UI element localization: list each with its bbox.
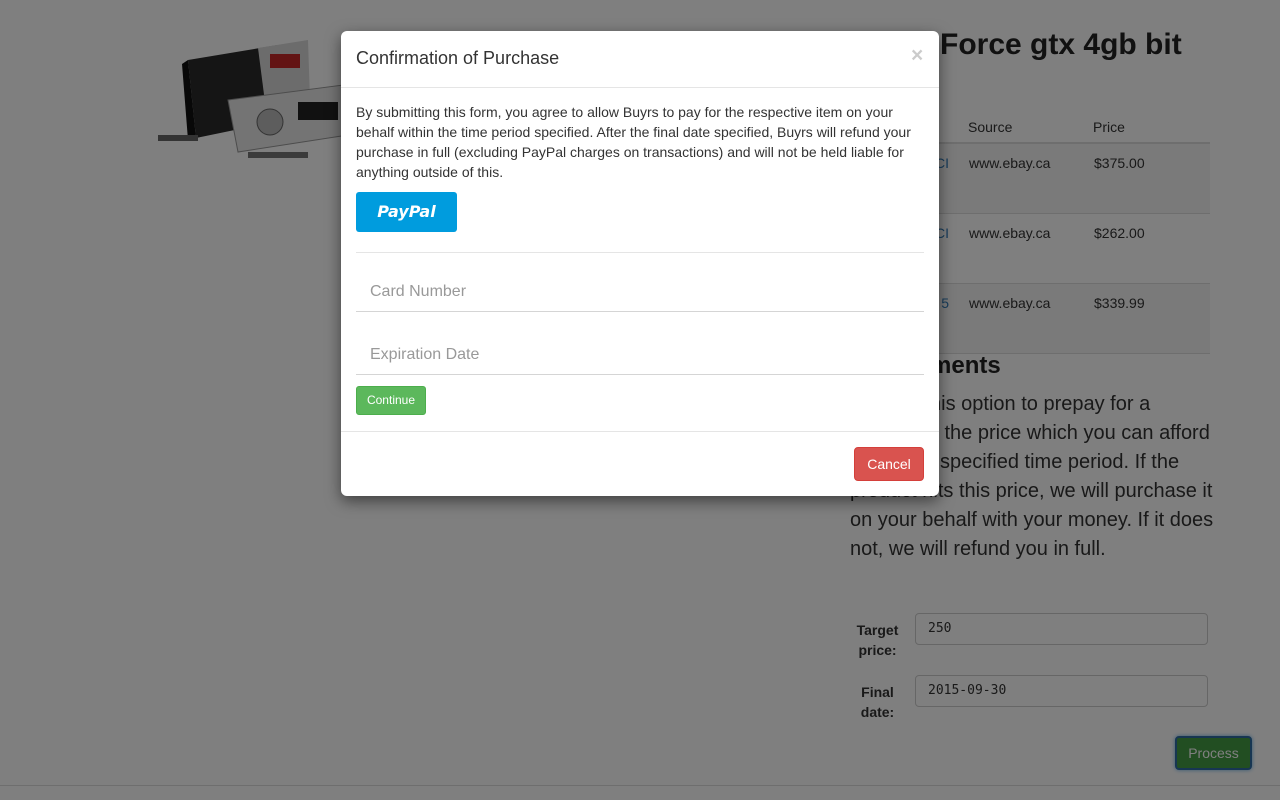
cancel-button[interactable]: Cancel <box>854 447 924 481</box>
close-icon[interactable]: × <box>911 44 923 68</box>
expiration-date-input[interactable]: Expiration Date <box>356 335 924 375</box>
modal-divider <box>356 252 924 253</box>
continue-button[interactable]: Continue <box>356 386 426 415</box>
modal-footer-divider <box>341 431 939 432</box>
modal-disclaimer-text: By submitting this form, you agree to al… <box>356 104 911 180</box>
confirmation-modal: Confirmation of Purchase × By submitting… <box>341 31 939 496</box>
paypal-button[interactable]: PayPal <box>356 192 457 232</box>
card-number-input[interactable]: Card Number <box>356 272 924 312</box>
modal-title: Confirmation of Purchase <box>356 48 560 68</box>
modal-header: Confirmation of Purchase × <box>341 31 939 88</box>
